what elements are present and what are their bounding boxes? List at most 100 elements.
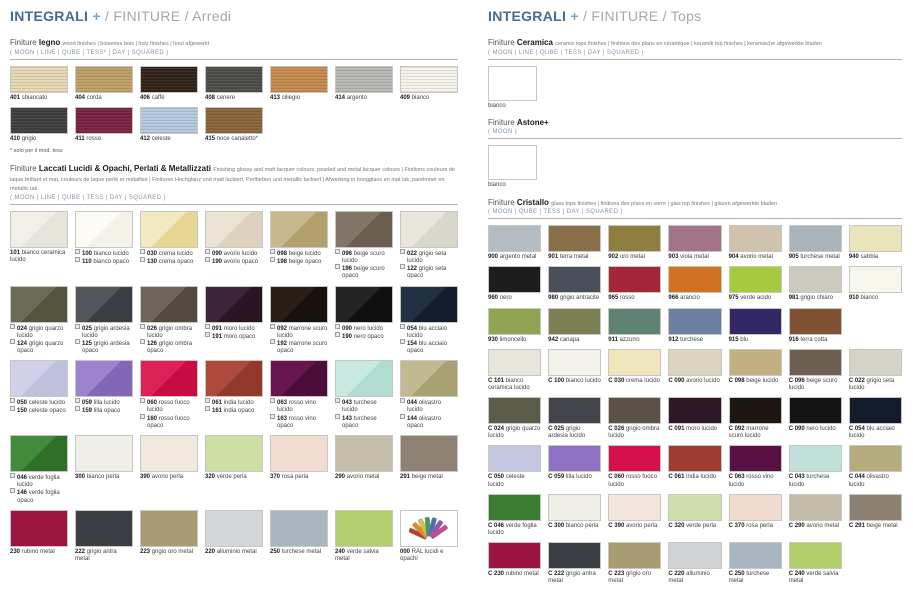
swatch-label: 980 grigio antracite (548, 295, 601, 302)
color-swatch (270, 435, 328, 472)
swatch-cell: 406 caffè (140, 66, 198, 102)
color-swatch (608, 494, 661, 521)
color-swatch (668, 445, 721, 472)
swatch-label: 059 lilla lucido159 lilla opaco (75, 399, 133, 415)
finish-indicator-icon (10, 324, 15, 329)
title-path: / FINITURE / Arredi (105, 8, 231, 24)
swatch-label: C 090 nero lucido (789, 426, 842, 433)
swatch-cell: 220 alluminio metal (205, 510, 263, 563)
section-divider (10, 204, 458, 205)
color-swatch (335, 360, 393, 397)
ral-fan-swatch (400, 510, 458, 547)
color-swatch (140, 66, 198, 93)
color-swatch (10, 66, 68, 93)
section-caption: glass tops finishes | finitions des plan… (551, 201, 777, 207)
swatch-label: C 390 avorio perla (608, 523, 661, 530)
swatch-cell: 101 bianco ceramica lucido (10, 211, 68, 281)
swatch-label: C 096 beige scuro lucido (789, 378, 842, 392)
color-swatch (140, 435, 198, 472)
swatch-label: C 090 avorio lucido (668, 378, 721, 385)
swatch-cell: 940 sabbia (849, 225, 902, 261)
swatch-cell: C 022 grigio seta lucido (849, 349, 902, 392)
swatch-row: 050 celeste lucido150 celeste opaco059 l… (10, 360, 458, 430)
swatch-label: 030 crema lucido130 crema opaco (140, 250, 198, 266)
swatch-cell: C 100 bianco lucido (548, 349, 601, 392)
swatch-label: 043 turchese lucido143 turchese opaco (335, 399, 393, 430)
swatch-label: bianco (488, 182, 902, 189)
color-swatch (668, 349, 721, 376)
finish-indicator-icon (400, 264, 405, 269)
swatch-cell: C 320 verde perla (668, 494, 721, 537)
finish-indicator-icon (400, 249, 405, 254)
swatch-cell: C 043 turchese lucido (789, 445, 842, 488)
swatch-cell: C 096 beige scuro lucido (789, 349, 842, 392)
swatch-cell: 290 avorio metal (335, 435, 393, 505)
swatch-cell: C 054 blu acciaio lucido (849, 397, 902, 440)
color-swatch (400, 286, 458, 323)
finish-indicator-icon (205, 257, 210, 262)
swatch-row: 410 grigio411 rosso412 celeste415 noce c… (10, 107, 458, 143)
swatch-cell: 975 verde acido (729, 266, 782, 302)
swatch-cell: 300 bianco perla (75, 435, 133, 505)
swatch-cell: 966 arancio (668, 266, 721, 302)
swatch-label: 904 avorio metal (729, 254, 782, 261)
finish-indicator-icon (205, 398, 210, 403)
color-swatch (140, 360, 198, 397)
swatch-label: C 100 bianco lucido (548, 378, 601, 385)
swatch-label: 026 grigio ombra lucido126 grigio ombra … (140, 325, 198, 356)
color-swatch (789, 542, 842, 569)
swatch-cell: C 240 verde salvia metal (789, 542, 842, 585)
swatch-cell: 912 turchese (668, 308, 721, 344)
color-swatch (548, 445, 601, 472)
color-swatch (488, 225, 541, 252)
swatch-cell: 025 grigio ardesia lucido125 grigio arde… (75, 286, 133, 356)
lacquer-swatch-grid: 101 bianco ceramica lucido100 bianco luc… (10, 211, 458, 563)
swatch-label: bianco (488, 103, 902, 110)
finish-indicator-icon (75, 406, 80, 411)
color-swatch (488, 494, 541, 521)
swatch-cell: 408 cenere (205, 66, 263, 102)
swatch-label: 096 beige scuro lucido196 beige scuro op… (335, 250, 393, 281)
color-swatch (270, 211, 328, 248)
swatch-cell: 411 rosso (75, 107, 133, 143)
color-swatch (668, 308, 721, 335)
swatch-cell: 900 argento metal (488, 225, 541, 261)
swatch-cell: 905 turchese metal (789, 225, 842, 261)
color-swatch (75, 360, 133, 397)
swatch-label: 291 beige metal (400, 474, 458, 481)
swatch-cell: 092 marrone scuro lucido192 marrone scur… (270, 286, 328, 356)
section-astone: Finiture Astone+ ( MOON ) bianco (488, 118, 902, 190)
section-heading: legno (39, 38, 60, 47)
swatch-label: 915 blu (729, 337, 782, 344)
finish-indicator-icon (335, 398, 340, 403)
swatch-row: C 050 celeste lucidoC 059 lilla lucidoC … (488, 445, 902, 488)
swatch-label: 930 limoncello (488, 337, 541, 344)
swatch-cell: 916 terra cotta (789, 308, 842, 344)
swatch-cell: C 223 grigio oro metal (608, 542, 661, 585)
swatch-label: C 223 grigio oro metal (608, 571, 661, 585)
color-swatch (789, 349, 842, 376)
swatch-cell: 091 moro lucido191 moro opaco (205, 286, 263, 356)
color-swatch (729, 494, 782, 521)
color-swatch (205, 211, 263, 248)
swatch-cell: C 046 verde foglia lucido (488, 494, 541, 537)
finish-indicator-icon (205, 332, 210, 337)
color-swatch (548, 308, 601, 335)
finish-indicator-icon (75, 257, 80, 262)
swatch-cell: C 390 avorio perla (608, 494, 661, 537)
swatch-cell: C 090 nero lucido (789, 397, 842, 440)
finish-indicator-icon (335, 264, 340, 269)
swatch-cell: 320 verde perla (205, 435, 263, 505)
swatch-label: 911 azzurro (608, 337, 661, 344)
swatch-cell: 090 avorio lucido190 avorio opaco (205, 211, 263, 281)
swatch-cell: 390 avorio perla (140, 435, 198, 505)
color-swatch (10, 435, 68, 472)
swatch-label: 966 arancio (668, 295, 721, 302)
swatch-label: C 291 beige metal (849, 523, 902, 530)
swatch-cell: 414 argento (335, 66, 393, 102)
ral-fan-icon (409, 514, 449, 542)
wood-swatch-grid: 401 sbiancato404 corda406 caffè408 cener… (10, 66, 458, 143)
color-swatch (205, 286, 263, 323)
brand-text: INTEGRALI (488, 8, 566, 24)
section-heading-prefix: Finiture (488, 198, 515, 207)
